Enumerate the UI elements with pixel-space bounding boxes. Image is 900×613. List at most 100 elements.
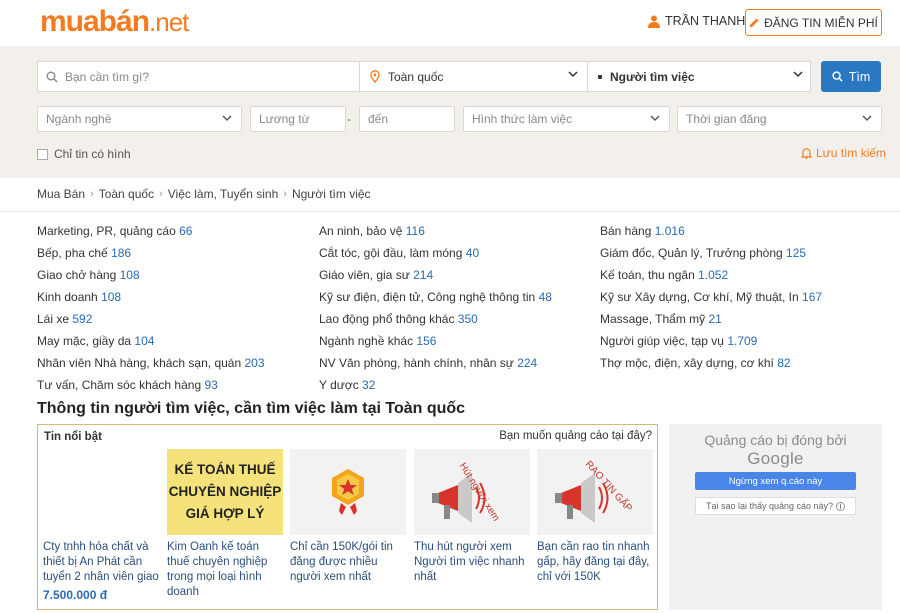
industry-select[interactable]: Ngành nghề <box>37 106 242 132</box>
chevron-right-icon: › <box>159 188 163 200</box>
listing-thumbnail[interactable] <box>43 449 159 535</box>
category-link[interactable]: Y dược 32 <box>319 378 375 392</box>
chevron-down-icon <box>793 71 803 78</box>
user-account[interactable]: TRẦN THANH <box>648 14 745 28</box>
chevron-down-icon <box>568 71 578 78</box>
breadcrumb-item[interactable]: Toàn quốc <box>99 187 154 201</box>
category-link[interactable]: May mặc, giầy da 104 <box>37 334 154 348</box>
category-link[interactable]: Giáo viên, gia sư 214 <box>319 268 433 282</box>
site-header: muabán.net TRẦN THANH ĐĂNG TIN MIỄN PHÍ <box>0 0 900 46</box>
category-link[interactable]: Marketing, PR, quảng cáo 66 <box>37 224 192 238</box>
listing-price: 7.500.000 đ <box>43 588 108 602</box>
post-free-button[interactable]: ĐĂNG TIN MIỄN PHÍ <box>745 9 882 36</box>
search-button[interactable]: Tìm <box>821 61 881 92</box>
save-search-label: Lưu tìm kiếm <box>816 146 887 160</box>
post-time-placeholder: Thời gian đăng <box>686 112 767 126</box>
search-bar: Bạn cần tìm gì? Toàn quốc Người tìm việc <box>37 61 811 92</box>
listing-title[interactable]: Chỉ cần 150K/gói tin đăng được nhiều ngư… <box>290 540 406 585</box>
category-link[interactable]: Tư vấn, Chăm sóc khách hàng 93 <box>37 378 218 392</box>
thumbnail-text: GIÁ HỢP LÝ <box>185 506 265 521</box>
salary-from-input[interactable]: Lương từ <box>250 106 346 132</box>
category-link[interactable]: Kỹ sư Xây dựng, Cơ khí, Mỹ thuật, In 167 <box>600 290 822 304</box>
listing-thumbnail[interactable]: RAO TIN GẤP <box>537 449 653 535</box>
listing-title[interactable]: Thu hút người xem Người tìm việc nhanh n… <box>414 540 530 585</box>
category-link[interactable]: Ngành nghề khác 156 <box>319 334 436 348</box>
section-title: Thông tin người tìm việc, cần tìm việc l… <box>37 400 466 417</box>
featured-listings: Tin nổi bật Bạn muốn quảng cáo tại đây? … <box>37 424 658 610</box>
thumbnail-text: KẾ TOÁN THUẾ <box>174 462 276 477</box>
category-link[interactable]: Kỹ sư điện, điện tử, Công nghệ thông tin… <box>319 290 552 304</box>
chevron-down-icon <box>222 115 232 121</box>
category-link[interactable]: NV Văn phòng, hành chính, nhân sự 224 <box>319 356 537 370</box>
location-select[interactable]: Toàn quốc <box>360 62 588 91</box>
listing-title[interactable]: Bạn cần rao tin nhanh gấp, hãy đăng tại … <box>537 540 653 585</box>
listing-thumbnail[interactable]: Hút người xem <box>414 449 530 535</box>
advertise-here-link[interactable]: Bạn muốn quảng cáo tại đây? <box>499 430 652 442</box>
category-link[interactable]: An ninh, bảo vệ 116 <box>319 224 425 238</box>
featured-card[interactable]: RAO TIN GẤP Bạn cần rao tin nhanh gấp, h… <box>537 449 653 585</box>
featured-card[interactable]: Chỉ cần 150K/gói tin đăng được nhiều ngư… <box>290 449 406 585</box>
featured-label: Tin nổi bật <box>44 431 102 443</box>
chevron-down-icon <box>862 115 872 121</box>
only-with-images-checkbox[interactable]: Chỉ tin có hình <box>37 147 131 161</box>
category-link[interactable]: Thợ mộc, điện, xây dựng, cơ khí 82 <box>600 356 791 370</box>
keyword-placeholder: Bạn cần tìm gì? <box>65 69 150 84</box>
location-value: Toàn quốc <box>388 69 444 84</box>
category-link[interactable]: Kế toán, thu ngân 1.052 <box>600 268 728 282</box>
listing-title[interactable]: Kim Oanh kế toán thuế chuyên nghiệp tron… <box>167 540 283 600</box>
chevron-right-icon: › <box>283 188 287 200</box>
category-value: Người tìm việc <box>610 69 695 84</box>
post-time-select[interactable]: Thời gian đăng <box>677 106 882 132</box>
bell-icon <box>801 148 812 159</box>
search-panel: Bạn cần tìm gì? Toàn quốc Người tìm việc… <box>0 46 900 178</box>
google-logo: Google <box>747 449 804 468</box>
category-link[interactable]: Giao chở hàng 108 <box>37 268 140 282</box>
megaphone-icon <box>555 473 609 523</box>
category-link[interactable]: Kinh doanh 108 <box>37 290 121 304</box>
divider <box>0 211 900 212</box>
featured-card[interactable]: KẾ TOÁN THUẾ CHUYÊN NGHIỆP GIÁ HỢP LÝ Ki… <box>167 449 283 600</box>
medal-icon <box>332 469 364 515</box>
category-link[interactable]: Nhân viên Nhà hàng, khách sạn, quán 203 <box>37 356 265 370</box>
bullet-icon <box>598 74 602 79</box>
category-link[interactable]: Bếp, pha chế 186 <box>37 246 131 260</box>
category-link[interactable]: Lao động phổ thông khác 350 <box>319 312 478 326</box>
chevron-down-icon <box>650 115 660 121</box>
category-link[interactable]: Massage, Thẩm mỹ 21 <box>600 312 722 326</box>
why-this-ad-button[interactable]: Tại sao lại thấy quảng cáo này? i <box>695 497 856 515</box>
breadcrumb-item[interactable]: Mua Bán <box>37 187 85 201</box>
featured-card[interactable]: Cty tnhh hóa chất và thiết bị An Phát cầ… <box>43 449 159 602</box>
category-link[interactable]: Giám đốc, Quản lý, Trưởng phòng 125 <box>600 246 806 260</box>
checkbox-box[interactable] <box>37 148 48 160</box>
featured-card[interactable]: Hút người xem Thu hút người xem Người tì… <box>414 449 530 585</box>
site-logo[interactable]: muabán.net <box>40 6 189 38</box>
save-search-link[interactable]: Lưu tìm kiếm <box>801 146 886 160</box>
ad-panel: Quảng cáo bị đóng bởi Google Ngừng xem q… <box>669 424 882 610</box>
category-link[interactable]: Bán hàng 1.016 <box>600 224 685 238</box>
category-link[interactable]: Lái xe 592 <box>37 312 92 326</box>
post-free-label: ĐĂNG TIN MIỄN PHÍ <box>764 15 878 30</box>
industry-placeholder: Ngành nghề <box>46 112 112 126</box>
salary-to-input[interactable]: đến <box>359 106 455 132</box>
breadcrumb: Mua Bán › Toàn quốc › Việc làm, Tuyển si… <box>37 187 371 201</box>
keyword-input[interactable]: Bạn cần tìm gì? <box>38 62 360 91</box>
listing-thumbnail[interactable]: KẾ TOÁN THUẾ CHUYÊN NGHIỆP GIÁ HỢP LÝ <box>167 449 283 535</box>
user-icon <box>648 15 660 28</box>
category-link[interactable]: Người giúp việc, tạp vụ 1.709 <box>600 334 757 348</box>
user-name: TRẦN THANH <box>665 14 746 28</box>
stop-seeing-ad-button[interactable]: Ngừng xem q.cáo này <box>695 472 856 490</box>
thumbnail-text: CHUYÊN NGHIỆP <box>168 484 282 499</box>
chevron-right-icon: › <box>90 188 94 200</box>
category-select[interactable]: Người tìm việc <box>588 62 812 91</box>
info-icon: i <box>836 501 846 511</box>
work-type-placeholder: Hình thức làm việc <box>472 112 573 126</box>
breadcrumb-item[interactable]: Việc làm, Tuyển sinh <box>168 187 279 201</box>
location-pin-icon <box>370 70 380 83</box>
only-with-images-label: Chỉ tin có hình <box>54 147 131 161</box>
category-link[interactable]: Cắt tóc, gội đầu, làm móng 40 <box>319 246 479 260</box>
work-type-select[interactable]: Hình thức làm việc <box>463 106 670 132</box>
listing-title[interactable]: Cty tnhh hóa chất và thiết bị An Phát cầ… <box>43 540 159 585</box>
listing-thumbnail[interactable] <box>290 449 406 535</box>
ad-closed-text: Quảng cáo bị đóng bởi <box>704 432 847 448</box>
why-this-ad-label: Tại sao lại thấy quảng cáo này? <box>705 501 834 511</box>
